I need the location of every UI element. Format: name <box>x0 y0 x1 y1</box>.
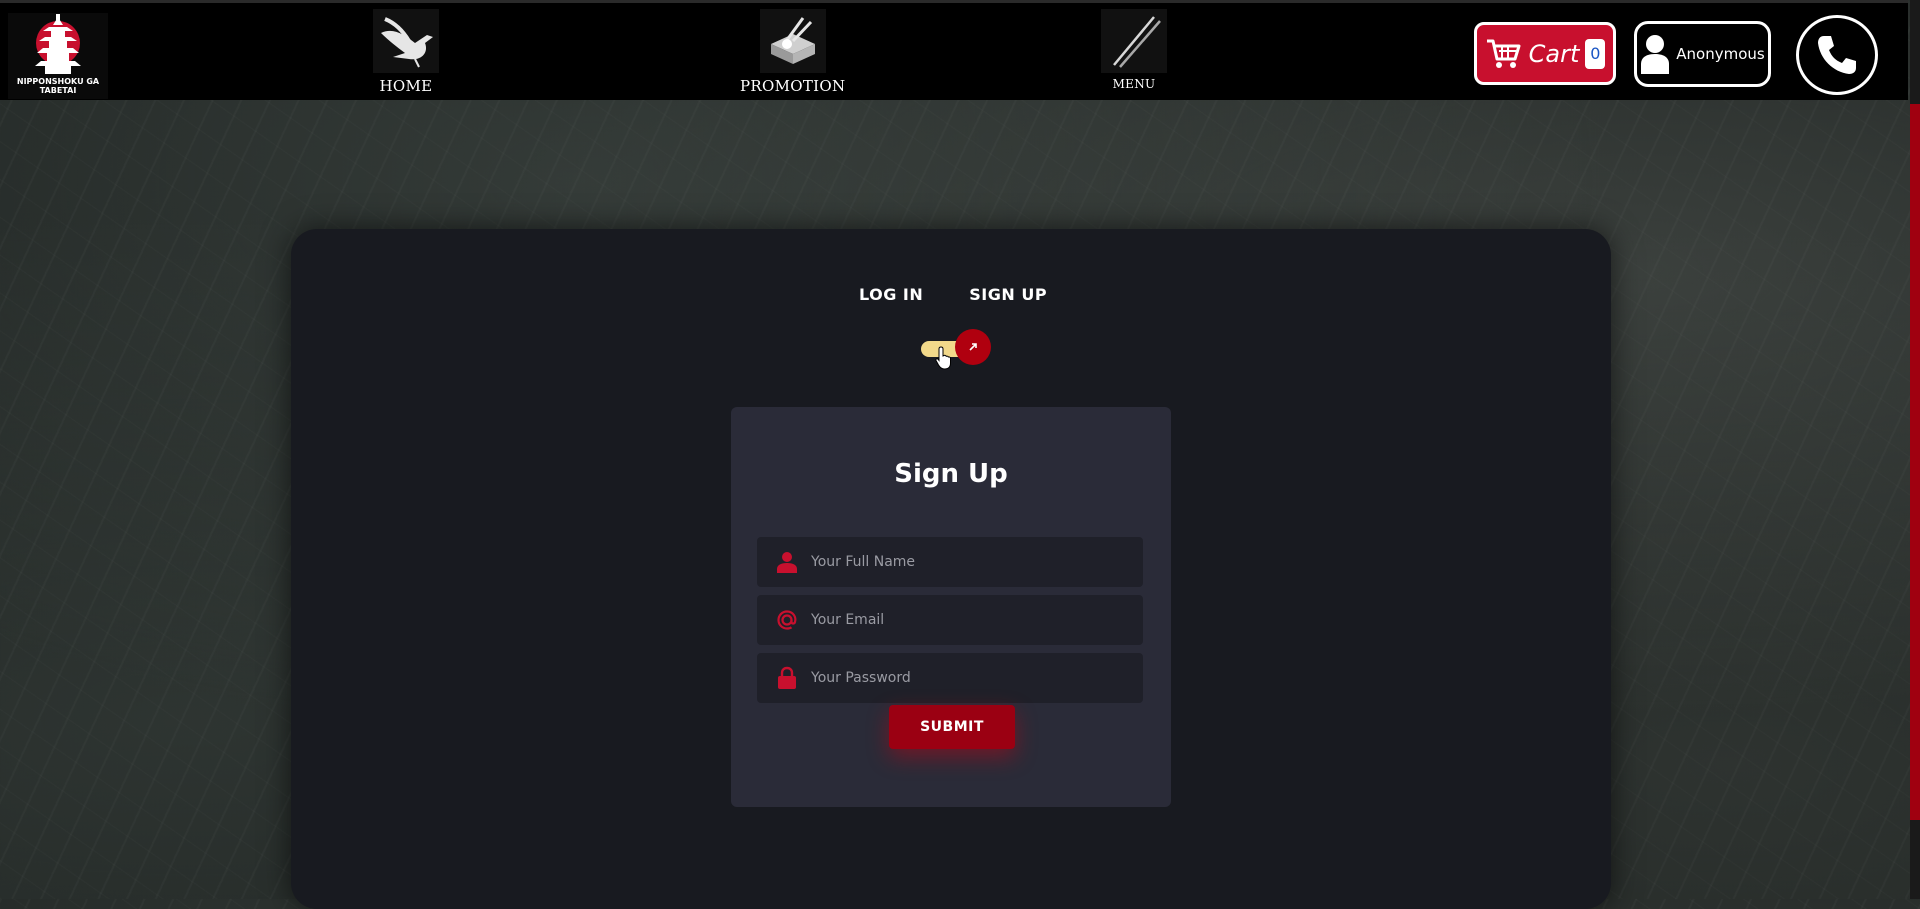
signup-card: Sign Up Your Full Name Your Email SUBMIT <box>731 407 1171 807</box>
nav-home[interactable]: HOME <box>373 9 439 95</box>
phone-button[interactable] <box>1796 15 1878 95</box>
brand-name-line2: TABETAI <box>39 86 77 95</box>
nav-menu-label: MENU <box>1112 77 1156 91</box>
chopsticks-icon <box>1113 16 1161 68</box>
submit-button[interactable]: SUBMIT <box>889 705 1015 749</box>
crane-icon <box>381 17 433 68</box>
full-name-input[interactable] <box>801 536 1143 588</box>
nav-promotion[interactable]: PROMOTION <box>740 9 845 95</box>
mouse-pointer-icon <box>935 346 951 370</box>
auth-mode-labels: LOG IN SIGN UP <box>859 285 1199 304</box>
brand-logo[interactable]: NIPPONSHOKU GA TABETAI <box>8 13 108 99</box>
brand-name: NIPPONSHOKU GA TABETAI <box>17 77 99 95</box>
cart-button[interactable]: Cart 0 <box>1474 22 1616 85</box>
email-input[interactable] <box>801 594 1143 646</box>
form-title: Sign Up <box>894 459 1008 489</box>
phone-icon <box>1818 36 1856 74</box>
toggle-knob <box>955 329 991 365</box>
user-name-label: Anonymous <box>1676 45 1765 63</box>
email-field <box>757 594 1143 646</box>
auth-panel: LOG IN SIGN UP Sign Up Your Full Name Yo… <box>291 229 1611 909</box>
auth-mode-toggle[interactable] <box>921 329 991 367</box>
nav-promotion-label: PROMOTION <box>740 77 846 95</box>
nav-home-label: HOME <box>379 77 433 95</box>
scrollbar-thumb[interactable] <box>1910 104 1920 820</box>
password-input[interactable] <box>801 652 1143 704</box>
user-icon <box>773 551 801 573</box>
cart-count-badge: 0 <box>1585 38 1606 69</box>
arrow-icon <box>969 343 977 351</box>
pagoda-icon <box>35 14 81 74</box>
password-field <box>757 652 1143 704</box>
login-tab[interactable]: LOG IN <box>859 285 923 304</box>
lock-icon <box>773 666 801 690</box>
user-icon <box>1641 35 1670 74</box>
nav-menu[interactable]: MENU <box>1101 9 1167 91</box>
signup-tab[interactable]: SIGN UP <box>969 285 1047 304</box>
bento-icon <box>770 17 815 64</box>
user-account-button[interactable]: Anonymous <box>1634 21 1771 87</box>
top-navbar: NIPPONSHOKU GA TABETAI HOME PROMOTION ME… <box>0 0 1908 100</box>
cart-label: Cart <box>1528 39 1580 68</box>
at-icon <box>773 609 801 631</box>
brand-name-line1: NIPPONSHOKU GA <box>16 77 100 86</box>
cart-icon <box>1486 39 1521 68</box>
full-name-field <box>757 536 1143 588</box>
